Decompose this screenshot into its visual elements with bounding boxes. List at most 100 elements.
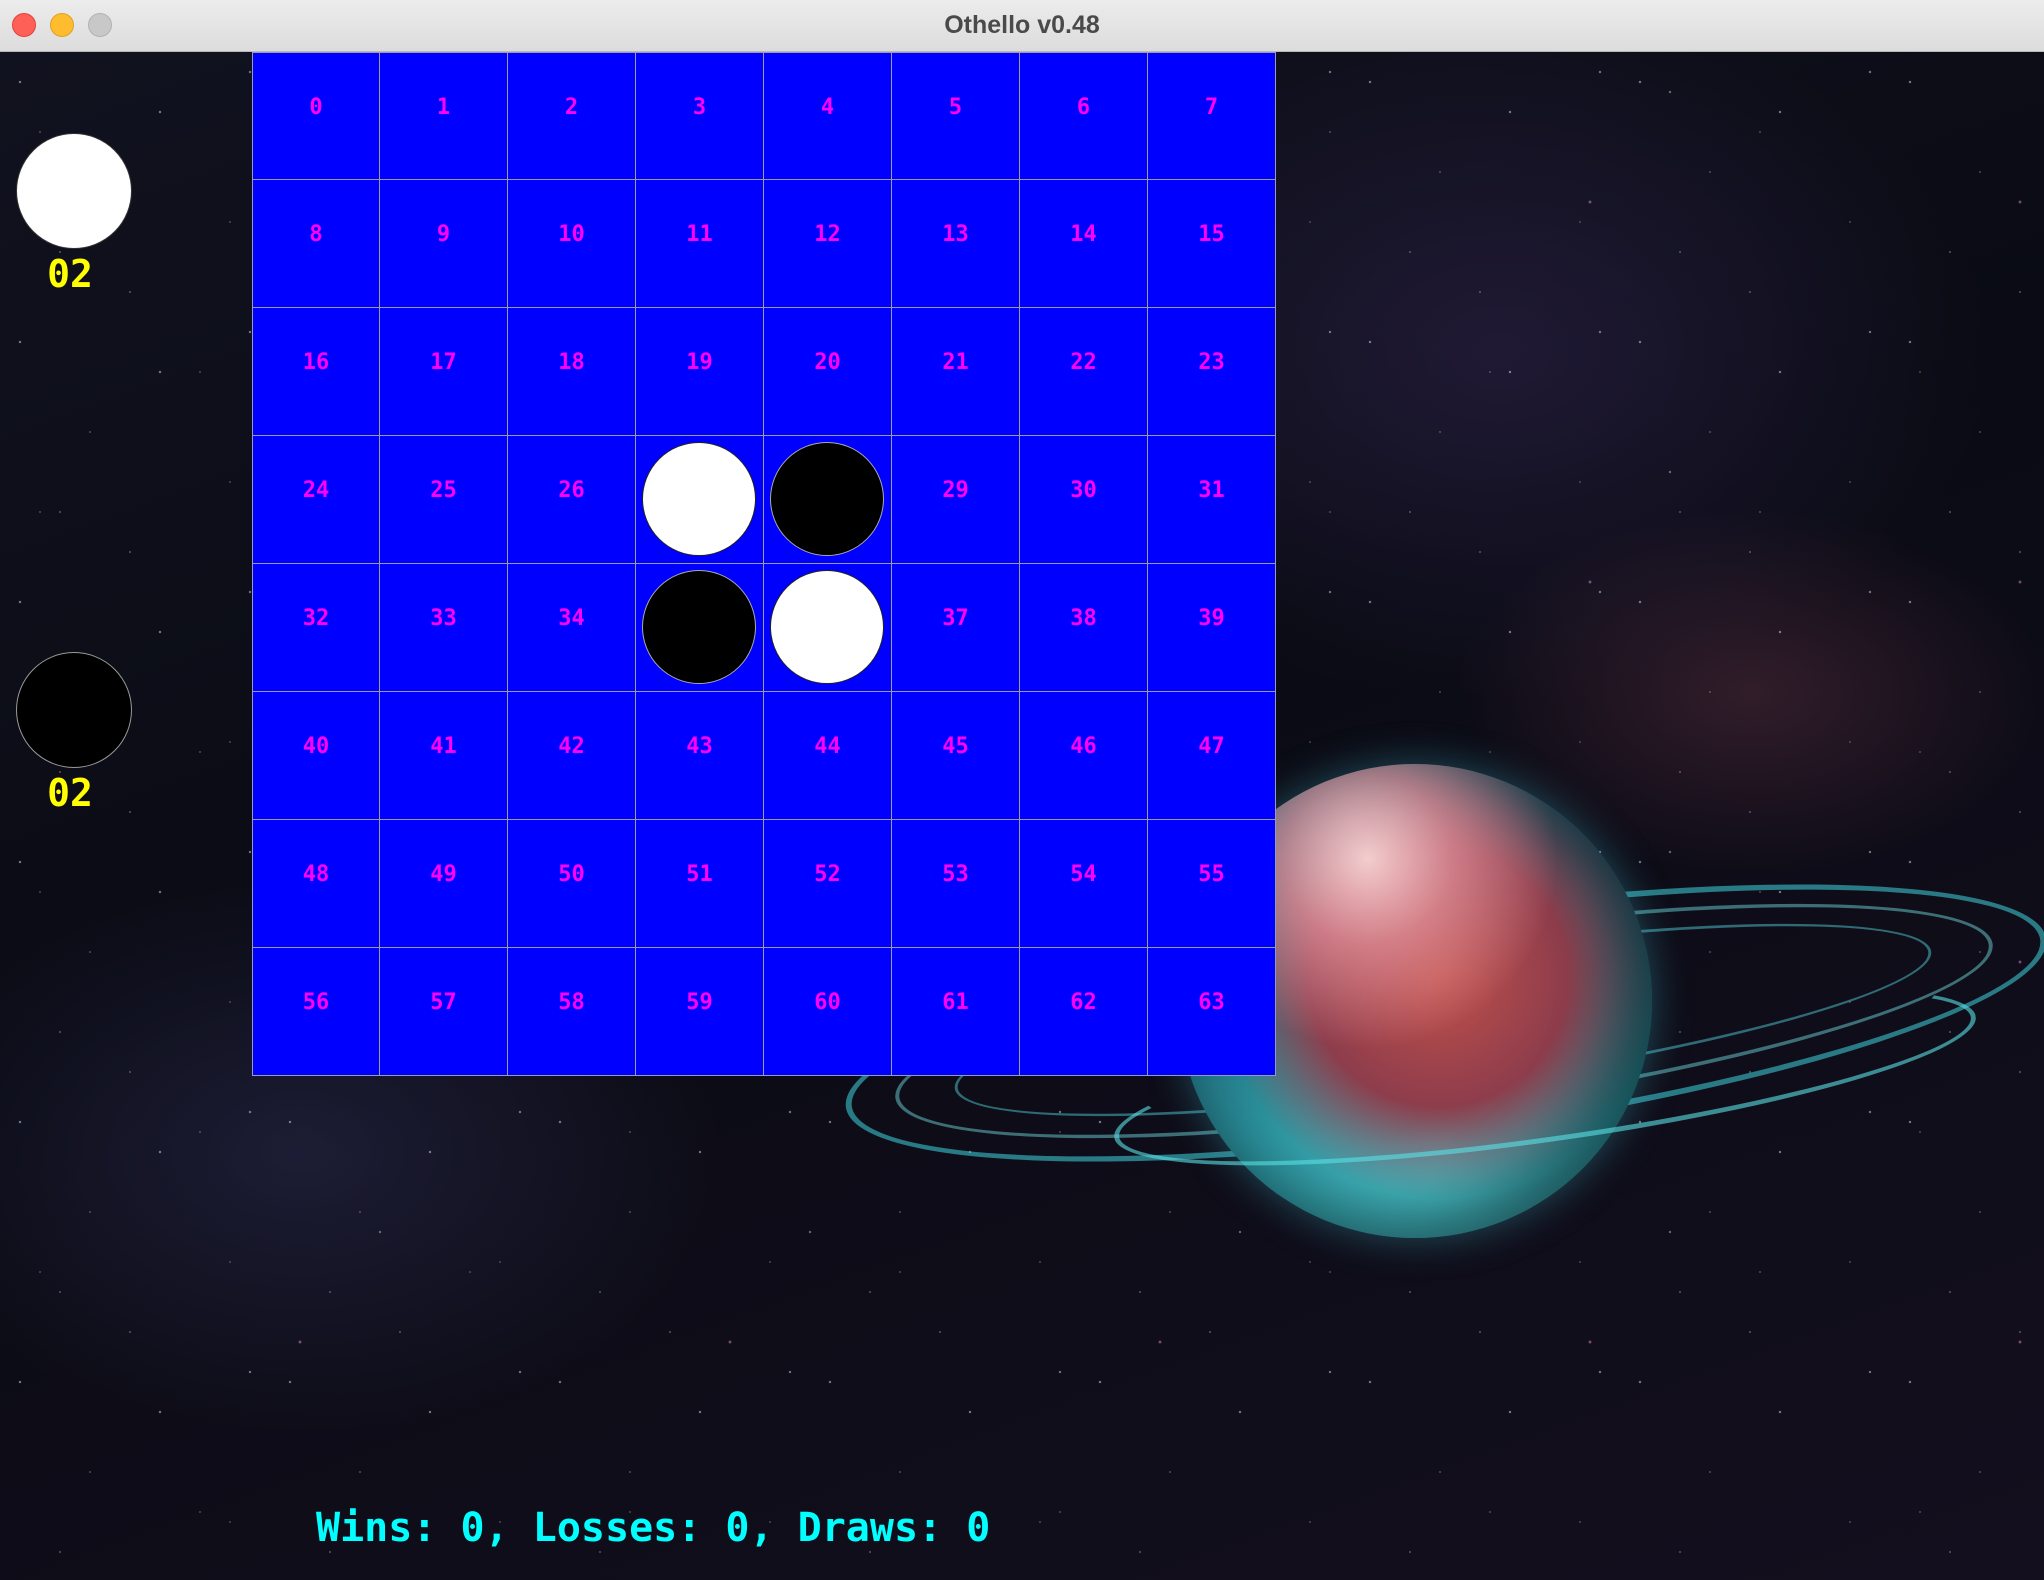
cell-number: 0: [309, 95, 323, 120]
board-cell-25[interactable]: 25: [380, 436, 508, 564]
cell-number: 6: [1076, 95, 1091, 120]
board-cell-23[interactable]: 23: [1148, 308, 1276, 436]
board-cell-63[interactable]: 63: [1148, 948, 1276, 1076]
cell-number: 38: [1070, 606, 1097, 631]
board-cell-12[interactable]: 12: [764, 180, 892, 308]
cell-number: 4: [820, 95, 835, 120]
board-cell-58[interactable]: 58: [508, 948, 636, 1076]
board-cell-9[interactable]: 9: [380, 180, 508, 308]
cell-number: 14: [1070, 222, 1097, 247]
board-cell-8[interactable]: 8: [252, 180, 380, 308]
cell-number: 13: [942, 222, 969, 247]
board-cell-15[interactable]: 15: [1148, 180, 1276, 308]
board-cell-56[interactable]: 56: [252, 948, 380, 1076]
board-cell-26[interactable]: 26: [508, 436, 636, 564]
board-cell-2[interactable]: 2: [508, 52, 636, 180]
cell-number: 5: [948, 95, 963, 120]
board-cell-42[interactable]: 42: [508, 692, 636, 820]
board-cell-47[interactable]: 47: [1148, 692, 1276, 820]
cell-number: 55: [1198, 862, 1225, 887]
cell-number: 45: [942, 734, 969, 759]
board-cell-35[interactable]: [636, 564, 764, 692]
board-cell-29[interactable]: 29: [892, 436, 1020, 564]
board-cell-30[interactable]: 30: [1020, 436, 1148, 564]
game-record: Wins: 0, Losses: 0, Draws: 0: [316, 1505, 991, 1551]
cell-number: 63: [1198, 990, 1225, 1015]
cell-number: 11: [686, 222, 713, 247]
black-score-count: 02: [47, 771, 93, 815]
cell-number: 19: [686, 350, 713, 375]
board-cell-7[interactable]: 7: [1148, 52, 1276, 180]
cell-number: 22: [1070, 350, 1097, 375]
board-cell-6[interactable]: 6: [1020, 52, 1148, 180]
cell-number: 43: [686, 734, 713, 759]
board-cell-57[interactable]: 57: [380, 948, 508, 1076]
othello-board: 0 1 2 3 4 5 6 7 8 9 10 11 12 13 14 15 16 17 18 19 20 21 22 23 24…: [252, 52, 1276, 1076]
cell-number: 54: [1070, 862, 1097, 887]
board-cell-24[interactable]: 24: [252, 436, 380, 564]
board-cell-52[interactable]: 52: [764, 820, 892, 948]
board-cell-55[interactable]: 55: [1148, 820, 1276, 948]
cell-number: 58: [558, 990, 585, 1015]
board-cell-22[interactable]: 22: [1020, 308, 1148, 436]
board-cell-45[interactable]: 45: [892, 692, 1020, 820]
cell-number: 53: [942, 862, 969, 887]
board-cell-49[interactable]: 49: [380, 820, 508, 948]
board-cell-1[interactable]: 1: [380, 52, 508, 180]
cell-number: 56: [302, 990, 330, 1015]
board-cell-4[interactable]: 4: [764, 52, 892, 180]
board-cell-28[interactable]: [764, 436, 892, 564]
board-cell-60[interactable]: 60: [764, 948, 892, 1076]
board-cell-53[interactable]: 53: [892, 820, 1020, 948]
board-cell-37[interactable]: 37: [892, 564, 1020, 692]
cell-number: 25: [430, 478, 457, 503]
cell-number: 60: [814, 990, 841, 1015]
board-cell-48[interactable]: 48: [252, 820, 380, 948]
board-cell-16[interactable]: 16: [252, 308, 380, 436]
cell-number: 30: [1070, 478, 1097, 503]
board-cell-50[interactable]: 50: [508, 820, 636, 948]
cell-number: 59: [686, 990, 713, 1015]
board-cell-59[interactable]: 59: [636, 948, 764, 1076]
cell-number: 23: [1198, 350, 1225, 375]
board-cell-41[interactable]: 41: [380, 692, 508, 820]
board-cell-36[interactable]: [764, 564, 892, 692]
board-cell-61[interactable]: 61: [892, 948, 1020, 1076]
board-cell-10[interactable]: 10: [508, 180, 636, 308]
board-cell-21[interactable]: 21: [892, 308, 1020, 436]
board-cell-18[interactable]: 18: [508, 308, 636, 436]
board-cell-40[interactable]: 40: [252, 692, 380, 820]
board-cell-20[interactable]: 20: [764, 308, 892, 436]
cell-number: 37: [942, 606, 969, 631]
cell-number: 17: [430, 350, 457, 375]
board-cell-38[interactable]: 38: [1020, 564, 1148, 692]
board-cell-27[interactable]: [636, 436, 764, 564]
board-cell-33[interactable]: 33: [380, 564, 508, 692]
cell-number: 50: [558, 862, 585, 887]
cell-number: 16: [302, 350, 330, 375]
board-cell-19[interactable]: 19: [636, 308, 764, 436]
board-cell-0[interactable]: 0: [252, 52, 380, 180]
board-cell-39[interactable]: 39: [1148, 564, 1276, 692]
board-cell-34[interactable]: 34: [508, 564, 636, 692]
board-cell-14[interactable]: 14: [1020, 180, 1148, 308]
white-piece: [770, 570, 884, 684]
board-cell-13[interactable]: 13: [892, 180, 1020, 308]
board-cell-43[interactable]: 43: [636, 692, 764, 820]
board-cell-31[interactable]: 31: [1148, 436, 1276, 564]
board-cell-54[interactable]: 54: [1020, 820, 1148, 948]
board-cell-11[interactable]: 11: [636, 180, 764, 308]
cell-number: 26: [558, 478, 585, 503]
board-cell-3[interactable]: 3: [636, 52, 764, 180]
board-cell-17[interactable]: 17: [380, 308, 508, 436]
board-cell-5[interactable]: 5: [892, 52, 1020, 180]
board-cell-32[interactable]: 32: [252, 564, 380, 692]
board-cell-44[interactable]: 44: [764, 692, 892, 820]
cell-number: 15: [1198, 222, 1225, 247]
title-bar: Othello v0.48: [0, 0, 2044, 52]
board-cell-51[interactable]: 51: [636, 820, 764, 948]
cell-number: 33: [430, 606, 457, 631]
board-cell-62[interactable]: 62: [1020, 948, 1148, 1076]
cell-number: 41: [430, 734, 457, 759]
board-cell-46[interactable]: 46: [1020, 692, 1148, 820]
